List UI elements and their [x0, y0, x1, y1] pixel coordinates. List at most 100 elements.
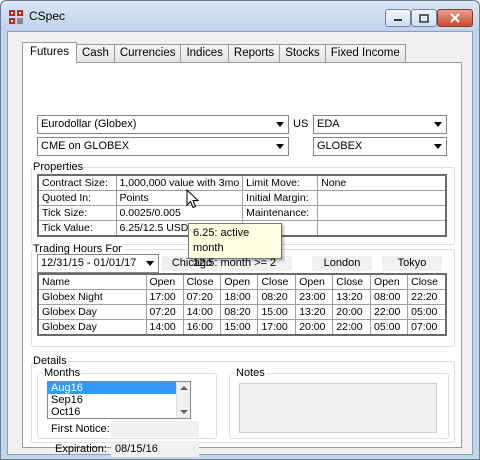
prop-label: Tick Size: [37, 205, 117, 221]
prop-value [317, 220, 447, 237]
expiration-value: 08/15/16 [111, 441, 199, 457]
time-cell: 22:20 [407, 289, 447, 305]
date-range-select[interactable]: 12/31/15 - 01/01/17 [37, 254, 159, 273]
prop-label: Limit Move: [242, 174, 319, 191]
time-cell: 22:00 [332, 319, 372, 336]
tab-fixed-income[interactable]: Fixed Income [324, 44, 406, 63]
tab-futures[interactable]: Futures [22, 42, 77, 63]
time-cell: 20:00 [332, 304, 372, 320]
tick-value-tooltip: 6.25: active month 12.5: month >= 2 [188, 223, 282, 269]
time-cell: 05:00 [370, 319, 409, 336]
list-item[interactable]: Aug16 [48, 382, 190, 394]
time-cell: 08:20 [257, 289, 297, 305]
column-header: Open [145, 273, 184, 290]
time-cell: 23:00 [295, 289, 334, 305]
column-header: Open [220, 273, 259, 290]
column-header: Close [332, 273, 372, 290]
prop-label: Initial Margin: [242, 190, 319, 206]
title-bar[interactable]: CSpec [1, 1, 479, 31]
table-row: Globex Day 07:20 14:00 08:20 15:00 13:20… [37, 304, 447, 320]
scroll-up-icon[interactable] [180, 386, 188, 390]
first-notice-value [111, 421, 199, 437]
maximize-icon [419, 13, 429, 23]
chevron-down-icon [146, 261, 154, 266]
tab-cash[interactable]: Cash [76, 44, 115, 63]
tab-currencies[interactable]: Currencies [113, 44, 182, 63]
exchange-select[interactable]: CME on GLOBEX [37, 137, 289, 156]
prop-value: 0.0025/0.005 [115, 205, 244, 221]
table-header-row: Name Open Close Open Close Open Close Op… [37, 273, 447, 290]
contract-select[interactable]: Eurodollar (Globex) [37, 115, 289, 134]
tab-reports[interactable]: Reports [227, 44, 281, 63]
list-item[interactable]: Sep16 [48, 394, 190, 406]
months-scrollbar[interactable] [176, 382, 190, 418]
column-header: Name [37, 273, 147, 290]
time-cell: 05:00 [407, 304, 447, 320]
column-header: Open [295, 273, 334, 290]
close-button[interactable] [437, 9, 473, 27]
timezone-london: London [312, 256, 372, 271]
chevron-down-icon [434, 144, 442, 149]
properties-title: Properties [32, 161, 85, 173]
venue-select[interactable]: GLOBEX [313, 137, 447, 156]
notes-textarea[interactable] [239, 383, 437, 433]
session-name: Globex Day [37, 304, 147, 320]
time-cell: 22:00 [370, 304, 409, 320]
time-cell: 15:00 [220, 319, 259, 336]
prop-label: Quoted In: [37, 190, 117, 206]
prop-label: Maintenance: [242, 205, 319, 221]
scroll-down-icon[interactable] [180, 410, 188, 414]
country-label: US [293, 118, 309, 130]
minimize-button[interactable] [385, 9, 411, 27]
prop-value [317, 205, 447, 221]
time-cell: 14:00 [145, 319, 184, 336]
maximize-button[interactable] [411, 9, 437, 27]
time-cell: 13:20 [295, 304, 334, 320]
list-item[interactable]: Oct16 [48, 406, 190, 418]
months-title: Months [43, 367, 82, 379]
venue-select-value: GLOBEX [317, 140, 363, 152]
table-row: Tick Size: 0.0025/0.005 Maintenance: [37, 205, 447, 221]
months-listbox[interactable]: Aug16 Sep16 Oct16 [47, 381, 191, 419]
time-cell: 14:00 [182, 304, 222, 320]
table-row: Contract Size: 1,000,000 value with 3mo … [37, 174, 447, 191]
contract-select-value: Eurodollar (Globex) [41, 118, 137, 130]
time-cell: 07:20 [182, 289, 222, 305]
trading-hours-table: Name Open Close Open Close Open Close Op… [37, 273, 447, 336]
tab-stocks[interactable]: Stocks [279, 44, 326, 63]
time-cell: 08:20 [220, 304, 259, 320]
time-cell: 18:00 [220, 289, 259, 305]
time-cell: 08:00 [370, 289, 409, 305]
expiration-label: Expiration: [55, 443, 107, 455]
notes-title: Notes [235, 367, 266, 379]
window-title: CSpec [29, 9, 66, 23]
mouse-cursor-icon [186, 189, 200, 209]
timezone-tokyo: Tokyo [382, 256, 442, 271]
chevron-down-icon [276, 144, 284, 149]
tab-strip: Futures Cash Currencies Indices Reports … [22, 42, 406, 63]
prop-value: 1,000,000 value with 3mo [115, 174, 244, 191]
minimize-icon [394, 19, 402, 21]
chevron-down-icon [434, 122, 442, 127]
details-title: Details [32, 355, 68, 367]
column-header: Close [182, 273, 222, 290]
symbol-select[interactable]: EDA [313, 115, 447, 134]
time-cell: 17:00 [145, 289, 184, 305]
time-cell: 07:00 [407, 319, 447, 336]
prop-label: Tick Value: [37, 220, 117, 237]
app-icon [9, 10, 23, 24]
time-cell: 13:20 [332, 289, 372, 305]
time-cell: 17:00 [257, 319, 297, 336]
tab-indices[interactable]: Indices [180, 44, 229, 63]
time-cell: 07:20 [145, 304, 184, 320]
table-row: Globex Night 17:00 07:20 18:00 08:20 23:… [37, 289, 447, 305]
prop-value: Points [115, 190, 244, 206]
chevron-down-icon [276, 122, 284, 127]
exchange-select-value: CME on GLOBEX [41, 140, 130, 152]
column-header: Close [407, 273, 447, 290]
session-name: Globex Day [37, 319, 147, 336]
prop-value: None [317, 174, 447, 191]
column-header: Open [370, 273, 409, 290]
prop-value [317, 190, 447, 206]
table-row: Quoted In: Points Initial Margin: [37, 190, 447, 206]
